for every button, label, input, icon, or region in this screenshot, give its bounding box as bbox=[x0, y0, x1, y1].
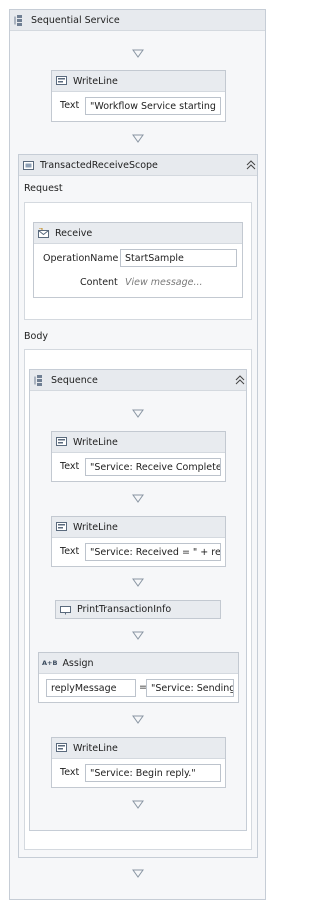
scope-icon bbox=[23, 160, 34, 170]
request-label: Request bbox=[24, 183, 63, 194]
drop-arrow-icon[interactable] bbox=[132, 800, 144, 809]
assign-to-input[interactable]: replyMessage bbox=[46, 679, 136, 697]
content-label: Content bbox=[80, 277, 118, 288]
text-input[interactable]: "Workflow Service starting ..." bbox=[85, 97, 221, 115]
writeline-header[interactable]: WriteLine bbox=[52, 517, 225, 538]
writeline-title: WriteLine bbox=[73, 75, 118, 87]
drop-arrow-icon[interactable] bbox=[132, 578, 144, 587]
sequential-service-header[interactable]: Sequential Service bbox=[10, 10, 265, 31]
writeline-activity[interactable]: WriteLine Text "Service: Received = " + … bbox=[51, 516, 226, 567]
body-label: Body bbox=[24, 331, 48, 342]
text-input[interactable]: "Service: Begin reply." bbox=[85, 764, 221, 782]
print-transaction-info-title: PrintTransactionInfo bbox=[77, 604, 172, 615]
assign-header[interactable]: A+B Assign bbox=[39, 653, 238, 674]
drop-arrow-icon[interactable] bbox=[132, 49, 144, 58]
receive-activity[interactable]: Receive OperationName StartSample Conten… bbox=[33, 222, 243, 298]
writeline-header[interactable]: WriteLine bbox=[52, 432, 225, 453]
assign-value-input[interactable]: "Service: Sending re bbox=[146, 679, 234, 697]
drop-arrow-icon[interactable] bbox=[132, 494, 144, 503]
writeline-icon bbox=[56, 521, 67, 531]
text-label: Text bbox=[60, 546, 80, 557]
text-input[interactable]: "Service: Receive Completed" bbox=[85, 458, 221, 476]
writeline-title: WriteLine bbox=[73, 521, 118, 533]
writeline-activity[interactable]: WriteLine Text "Workflow Service startin… bbox=[51, 70, 226, 122]
writeline-activity[interactable]: WriteLine Text "Service: Receive Complet… bbox=[51, 431, 226, 482]
transacted-receive-scope-header[interactable]: TransactedReceiveScope bbox=[19, 155, 257, 176]
writeline-icon bbox=[56, 436, 67, 446]
view-message-link[interactable]: View message... bbox=[125, 277, 203, 288]
text-label: Text bbox=[60, 767, 80, 778]
assign-title: Assign bbox=[62, 657, 94, 669]
drop-arrow-icon[interactable] bbox=[132, 869, 144, 878]
sequential-service-title: Sequential Service bbox=[31, 14, 120, 26]
operation-name-input[interactable]: StartSample bbox=[120, 249, 237, 267]
drop-arrow-icon[interactable] bbox=[132, 715, 144, 724]
transacted-receive-scope-title: TransactedReceiveScope bbox=[40, 159, 158, 171]
print-transaction-info-activity[interactable]: PrintTransactionInfo bbox=[55, 600, 221, 619]
receive-title: Receive bbox=[55, 227, 93, 239]
writeline-title: WriteLine bbox=[73, 436, 118, 448]
sequence-title: Sequence bbox=[51, 374, 98, 386]
sequence-icon bbox=[34, 374, 42, 386]
assign-activity[interactable]: A+B Assign replyMessage = "Service: Send… bbox=[38, 652, 239, 703]
text-label: Text bbox=[60, 100, 80, 111]
writeline-activity[interactable]: WriteLine Text "Service: Begin reply." bbox=[51, 737, 226, 788]
collapse-icon[interactable] bbox=[246, 160, 256, 170]
sequence-icon bbox=[14, 14, 22, 26]
text-label: Text bbox=[60, 461, 80, 472]
assign-icon: A+B bbox=[42, 659, 58, 667]
receive-icon bbox=[38, 227, 49, 238]
writeline-icon bbox=[56, 75, 67, 85]
print-transaction-info-header[interactable]: PrintTransactionInfo bbox=[56, 601, 220, 618]
writeline-header[interactable]: WriteLine bbox=[52, 738, 225, 759]
text-input[interactable]: "Service: Received = " + reque bbox=[85, 543, 221, 561]
writeline-header[interactable]: WriteLine bbox=[52, 71, 225, 92]
receive-header[interactable]: Receive bbox=[34, 223, 242, 244]
sequence-header[interactable]: Sequence bbox=[30, 370, 246, 391]
writeline-icon bbox=[56, 742, 67, 752]
writeline-title: WriteLine bbox=[73, 742, 118, 754]
collapse-icon[interactable] bbox=[235, 375, 245, 385]
drop-arrow-icon[interactable] bbox=[132, 409, 144, 418]
custom-activity-icon bbox=[60, 606, 71, 615]
drop-arrow-icon[interactable] bbox=[132, 631, 144, 640]
drop-arrow-icon[interactable] bbox=[132, 134, 144, 143]
operation-name-label: OperationName bbox=[43, 253, 119, 264]
